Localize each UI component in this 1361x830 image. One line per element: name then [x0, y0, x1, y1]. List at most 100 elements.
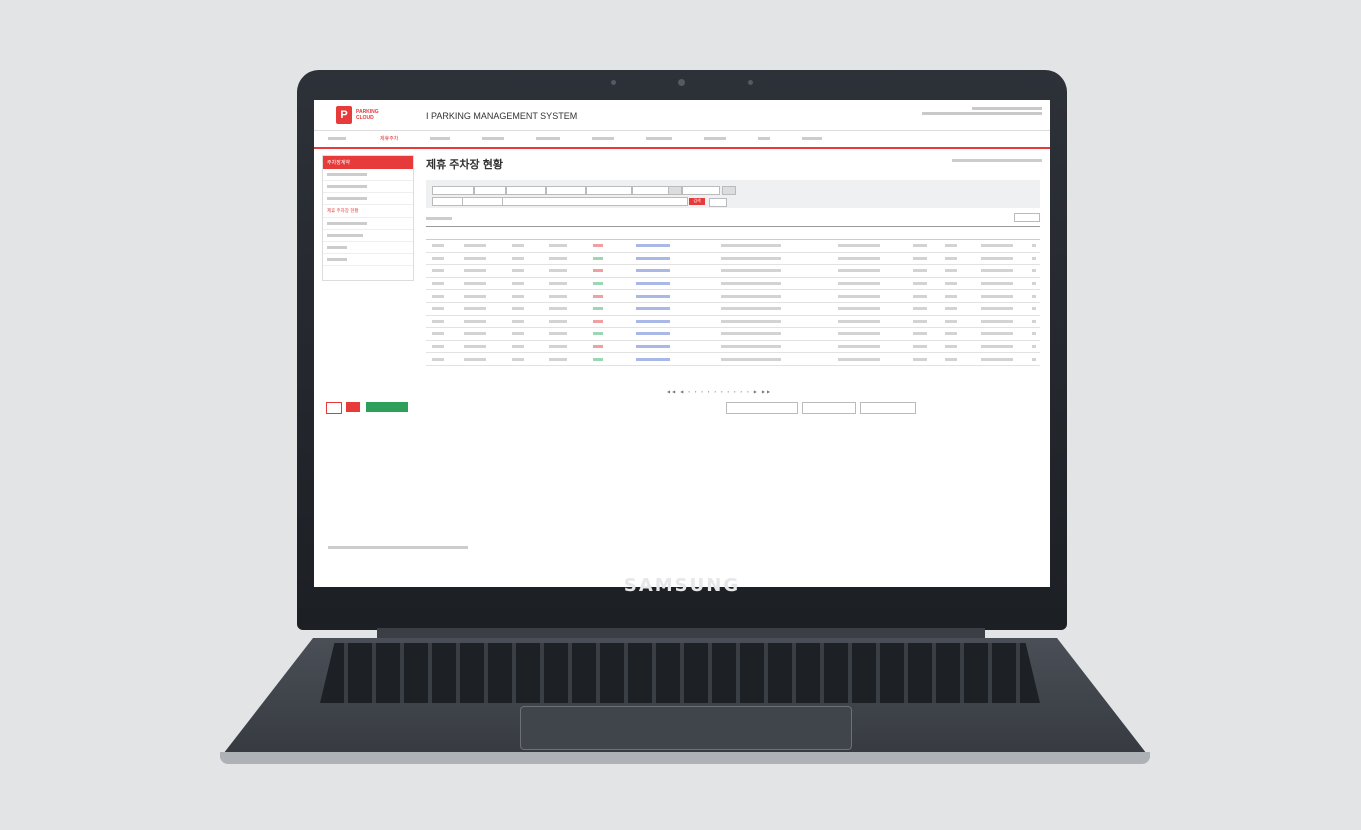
sidebar-item[interactable]	[323, 169, 413, 181]
table-cell	[904, 327, 936, 341]
table-row[interactable]	[426, 302, 1040, 316]
delete-button[interactable]	[326, 402, 342, 414]
table-cell	[1027, 352, 1040, 366]
table-cell	[536, 352, 580, 366]
reset-button[interactable]	[709, 198, 727, 207]
action-button[interactable]	[860, 402, 916, 414]
main-nav: 제휴주차	[314, 130, 1050, 149]
table-row[interactable]	[426, 239, 1040, 253]
nav-item[interactable]	[688, 136, 742, 142]
table-row[interactable]	[426, 277, 1040, 291]
table-cell	[812, 277, 905, 291]
nav-item[interactable]	[786, 136, 838, 142]
calendar-icon[interactable]	[668, 186, 682, 195]
filter-select[interactable]	[546, 186, 586, 195]
table-cell	[579, 252, 617, 266]
table-cell	[579, 289, 617, 303]
table-cell	[935, 277, 967, 291]
table-cell	[935, 264, 967, 278]
table-row[interactable]	[426, 289, 1040, 303]
sidebar-item[interactable]	[323, 181, 413, 193]
nav-item[interactable]	[328, 137, 346, 140]
table-cell	[1027, 315, 1040, 329]
nav-item[interactable]	[414, 136, 466, 142]
table-cell	[579, 315, 617, 329]
laptop-lid: P PARKING CLOUD I PARKING MANAGEMENT SYS…	[297, 70, 1067, 630]
filter-select[interactable]	[506, 186, 546, 195]
table-cell	[935, 289, 967, 303]
logo-text: PARKING CLOUD	[356, 109, 379, 121]
sidebar-item[interactable]	[323, 193, 413, 205]
action-button[interactable]	[802, 402, 856, 414]
table-cell	[536, 264, 580, 278]
table-cell	[579, 239, 617, 253]
register-button[interactable]	[346, 402, 360, 412]
sidebar-item[interactable]	[323, 254, 413, 266]
date-start-input[interactable]	[632, 186, 670, 195]
table-row[interactable]	[426, 340, 1040, 354]
action-button[interactable]	[726, 402, 798, 414]
column-header	[812, 226, 905, 240]
excel-download-button[interactable]	[366, 402, 408, 412]
parking-cloud-logo[interactable]: P PARKING CLOUD	[336, 106, 379, 124]
touchpad	[520, 706, 852, 750]
table-row[interactable]	[426, 264, 1040, 278]
pagination[interactable]: ◀◀ ◀ ▪ ▪ ▪ ▪ ▪ ▪ ▪ ▪ ▪ ▪ ▶ ▶▶	[667, 389, 772, 394]
nav-item[interactable]	[630, 136, 688, 142]
table-cell	[935, 352, 967, 366]
search-button[interactable]: 검색	[689, 198, 705, 205]
sidebar-item[interactable]	[323, 218, 413, 230]
table-cell	[616, 327, 690, 341]
nav-item[interactable]	[576, 136, 630, 142]
table-cell	[579, 277, 617, 291]
table-cell	[904, 302, 936, 316]
sidebar-item[interactable]	[323, 242, 413, 254]
sensor-dot	[748, 80, 753, 85]
table-cell	[450, 277, 500, 291]
footer-copyright	[328, 545, 468, 550]
column-header	[616, 226, 690, 240]
table-row[interactable]	[426, 252, 1040, 266]
filter-select[interactable]	[432, 197, 464, 206]
filter-select[interactable]	[432, 186, 474, 195]
nav-item-contracts[interactable]: 제휴주차	[364, 135, 414, 142]
table-cell	[579, 352, 617, 366]
filter-select[interactable]	[462, 197, 504, 206]
nav-item[interactable]	[466, 136, 520, 142]
table-cell	[1027, 264, 1040, 278]
table-row[interactable]	[426, 315, 1040, 329]
table-cell	[499, 340, 537, 354]
date-end-input[interactable]	[682, 186, 720, 195]
table-cell	[689, 239, 813, 253]
table-cell	[426, 289, 451, 303]
column-header	[499, 226, 537, 240]
table-cell	[499, 289, 537, 303]
sidebar-item[interactable]	[323, 230, 413, 242]
table-cell	[1027, 239, 1040, 253]
table-row[interactable]	[426, 327, 1040, 341]
filter-select[interactable]	[474, 186, 506, 195]
calendar-icon[interactable]	[722, 186, 736, 195]
page-size-select[interactable]	[1014, 213, 1040, 222]
table-cell	[499, 315, 537, 329]
camera	[678, 79, 685, 86]
table-cell	[904, 340, 936, 354]
table-cell	[616, 352, 690, 366]
table-cell	[689, 340, 813, 354]
table-cell	[812, 264, 905, 278]
table-cell	[536, 289, 580, 303]
nav-item[interactable]	[742, 136, 786, 142]
table-cell	[616, 264, 690, 278]
table-cell	[935, 340, 967, 354]
column-header	[450, 226, 500, 240]
table-cell	[579, 340, 617, 354]
nav-item[interactable]	[520, 136, 576, 142]
keyword-input[interactable]	[502, 197, 688, 206]
table-cell	[450, 302, 500, 316]
table-cell	[966, 252, 1028, 266]
sidebar-item-partner-parking[interactable]: 제휴 주차장 현황	[323, 205, 413, 218]
utility-menu[interactable]	[922, 106, 1042, 115]
table-cell	[499, 302, 537, 316]
table-row[interactable]	[426, 352, 1040, 366]
filter-select[interactable]	[586, 186, 632, 195]
